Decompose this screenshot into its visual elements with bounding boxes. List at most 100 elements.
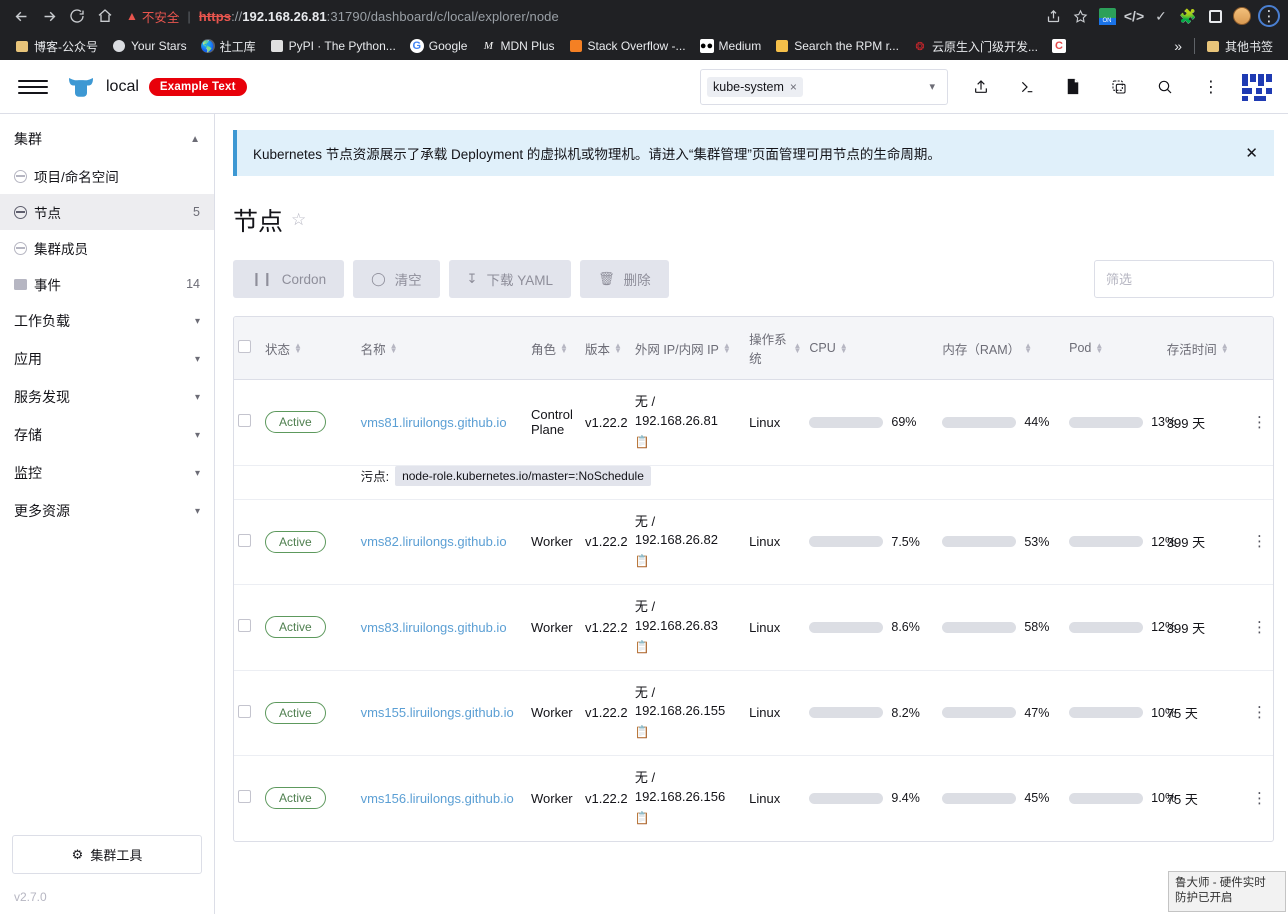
copy-icon[interactable]: 📋 <box>635 724 650 741</box>
bookmark-item[interactable]: 博客-公众号 <box>8 35 105 58</box>
bookmark-item[interactable]: G Google <box>403 36 475 56</box>
node-link[interactable]: vms81.liruilongs.github.io <box>361 415 507 430</box>
bookmark-item[interactable]: PyPI · The Python... <box>263 36 403 56</box>
th-select-all[interactable] <box>234 317 261 380</box>
omnibox[interactable]: ▲ 不安全 | https://192.168.26.81:31790/dash… <box>126 4 1280 28</box>
sidebar-item-nodes[interactable]: 节点 5 <box>0 194 214 230</box>
bookmark-star-icon[interactable] <box>1069 5 1091 27</box>
sort-icon[interactable]: ▲ ▼ <box>1221 342 1229 355</box>
cluster-name-label[interactable]: local <box>106 78 139 96</box>
namespace-chip-remove-icon[interactable]: × <box>790 80 797 94</box>
chevron-down-icon[interactable]: ▾ <box>195 430 200 441</box>
copy-icon[interactable]: 📋 <box>635 639 650 656</box>
row-checkbox[interactable] <box>238 619 251 633</box>
th-os[interactable]: 操作系统 ▲ ▼ <box>745 317 806 380</box>
other-bookmarks-button[interactable]: 其他书签 <box>1199 35 1280 58</box>
bookmark-item[interactable]: C <box>1045 36 1078 56</box>
row-checkbox-cell[interactable] <box>234 584 261 671</box>
sidebar-item-projects-namespaces[interactable]: 项目/命名空间 <box>0 158 214 194</box>
row-checkbox-cell[interactable] <box>234 670 261 757</box>
bookmark-item[interactable]: ❂ 云原生入门级开发... <box>906 35 1045 58</box>
bookmark-item[interactable]: Search the RPM r... <box>768 36 906 56</box>
row-checkbox-cell[interactable] <box>234 756 261 841</box>
profile-avatar-icon[interactable] <box>1231 5 1253 27</box>
back-arrow-icon[interactable] <box>8 3 34 29</box>
sidebar-item-cluster-members[interactable]: 集群成员 <box>0 230 214 266</box>
sort-icon[interactable]: ▲ ▼ <box>793 342 801 355</box>
row-checkbox-cell[interactable] <box>234 379 261 466</box>
sort-icon[interactable]: ▲ ▼ <box>1095 342 1103 355</box>
table-row[interactable]: Active vms156.liruilongs.github.io Worke… <box>234 756 1273 841</box>
home-icon[interactable] <box>92 3 118 29</box>
row-checkbox[interactable] <box>238 414 251 428</box>
bookmark-item[interactable]: M MDN Plus <box>474 36 561 56</box>
chevron-down-icon[interactable]: ▾ <box>195 468 200 479</box>
sidebar-group-apps[interactable]: 应用 ▾ <box>0 340 214 378</box>
system-notification-toast[interactable]: 鲁大师 - 硬件实时 防护已开启 <box>1168 870 1286 912</box>
cell-actions[interactable]: ⋮ <box>1245 379 1273 466</box>
chevron-down-icon[interactable]: ▾ <box>929 80 941 93</box>
namespace-selector[interactable]: kube-system × ▾ <box>700 68 948 105</box>
sort-icon[interactable]: ▲ ▼ <box>1024 342 1032 355</box>
sidebar-item-events[interactable]: 事件 14 <box>0 266 214 302</box>
th-memory[interactable]: 内存（RAM） ▲ ▼ <box>938 317 1066 380</box>
bookmark-item[interactable]: Your Stars <box>105 36 194 56</box>
table-row[interactable]: Active vms155.liruilongs.github.io Worke… <box>234 670 1273 757</box>
cell-actions[interactable]: ⋮ <box>1245 670 1273 757</box>
node-link[interactable]: vms83.liruilongs.github.io <box>361 620 507 635</box>
cluster-tools-button[interactable]: ⚙ 集群工具 <box>12 835 202 874</box>
star-outline-icon[interactable]: ☆ <box>291 210 306 230</box>
row-actions-icon[interactable]: ⋮ <box>1250 534 1269 549</box>
sort-icon[interactable]: ▲ ▼ <box>614 342 622 355</box>
row-checkbox[interactable] <box>238 704 251 718</box>
bookmarks-overflow-button[interactable]: » <box>1166 38 1190 54</box>
side-panel-icon[interactable] <box>1204 5 1226 27</box>
row-checkbox-cell[interactable] <box>234 499 261 586</box>
table-row[interactable]: Active vms82.liruilongs.github.io Worker… <box>234 499 1273 586</box>
chevron-up-icon[interactable]: ▲ <box>190 134 200 145</box>
drain-button[interactable]: ◯ 清空 <box>353 260 440 298</box>
select-all-checkbox[interactable] <box>238 340 251 353</box>
sort-icon[interactable]: ▲ ▼ <box>840 342 848 355</box>
reload-icon[interactable] <box>64 3 90 29</box>
sidebar-group-service-discovery[interactable]: 服务发现 ▾ <box>0 378 214 416</box>
th-version[interactable]: 版本 ▲ ▼ <box>580 317 631 380</box>
bookmark-item[interactable]: ●● Medium <box>693 36 769 56</box>
th-ip[interactable]: 外网 IP/内网 IP ▲ ▼ <box>630 317 746 380</box>
kubectl-shell-icon[interactable] <box>1004 67 1050 107</box>
table-row[interactable]: Active vms81.liruilongs.github.io Contro… <box>234 379 1273 466</box>
chevron-down-icon[interactable]: ▾ <box>195 354 200 365</box>
hamburger-menu-icon[interactable] <box>18 79 48 94</box>
sort-icon[interactable]: ▲ ▼ <box>294 342 302 355</box>
sidebar-group-monitoring[interactable]: 监控 ▾ <box>0 454 214 492</box>
row-checkbox[interactable] <box>238 790 251 804</box>
row-actions-icon[interactable]: ⋮ <box>1250 620 1269 635</box>
node-link[interactable]: vms156.liruilongs.github.io <box>361 791 514 806</box>
th-age[interactable]: 存活时间 ▲ ▼ <box>1162 317 1246 380</box>
vertical-dots-icon[interactable]: ⋮ <box>1188 67 1234 107</box>
sort-icon[interactable]: ▲ ▼ <box>390 342 398 355</box>
th-role[interactable]: 角色 ▲ ▼ <box>526 317 581 380</box>
th-pod[interactable]: Pod ▲ ▼ <box>1065 317 1163 380</box>
sidebar-group-workloads[interactable]: 工作负载 ▾ <box>0 302 214 340</box>
chevron-down-icon[interactable]: ▾ <box>195 506 200 517</box>
share-icon[interactable] <box>1042 5 1064 27</box>
cell-actions[interactable]: ⋮ <box>1245 584 1273 671</box>
cell-actions[interactable]: ⋮ <box>1245 499 1273 586</box>
sidebar-group-more-resources[interactable]: 更多资源 ▾ <box>0 492 214 530</box>
download-yaml-button[interactable]: ↧ 下载 YAML <box>448 260 572 298</box>
file-icon[interactable] <box>1050 67 1096 107</box>
extension-code-icon[interactable]: </> <box>1123 5 1145 27</box>
forward-arrow-icon[interactable] <box>36 3 62 29</box>
sidebar-group-cluster[interactable]: 集群 ▲ <box>0 120 214 158</box>
extension-on-icon[interactable] <box>1096 5 1118 27</box>
chevron-down-icon[interactable]: ▾ <box>195 392 200 403</box>
browser-menu-icon[interactable]: ⋮ <box>1258 5 1280 27</box>
sort-icon[interactable]: ▲ ▼ <box>723 342 731 355</box>
security-warning[interactable]: ▲ 不安全 <box>126 7 179 26</box>
namespace-chip[interactable]: kube-system × <box>707 76 803 97</box>
copy-kubeconfig-icon[interactable] <box>1096 67 1142 107</box>
extension-check-icon[interactable]: ✓ <box>1150 5 1172 27</box>
filter-input[interactable] <box>1094 260 1274 298</box>
row-actions-icon[interactable]: ⋮ <box>1250 791 1269 806</box>
